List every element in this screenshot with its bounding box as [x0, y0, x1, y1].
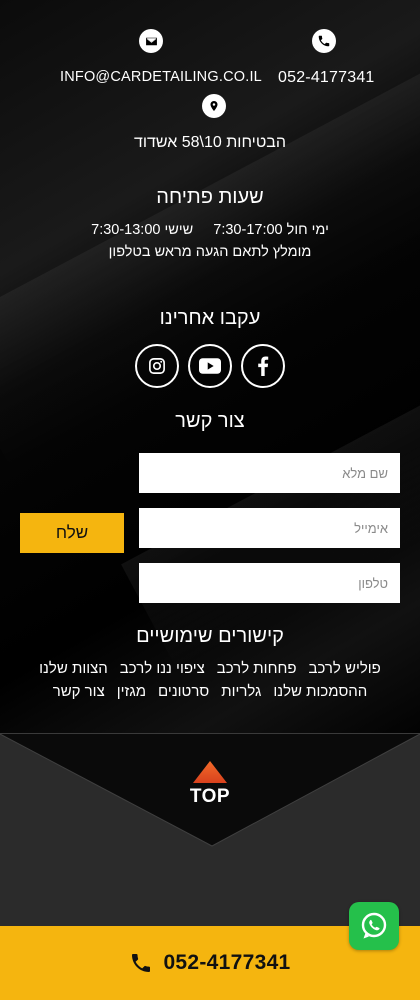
instagram-button[interactable] — [135, 344, 179, 388]
link-polish[interactable]: פוליש לרכב — [308, 660, 380, 677]
facebook-button[interactable] — [241, 344, 285, 388]
hours-friday: שישי 7:30-13:00 — [91, 222, 194, 238]
phone-icon — [312, 29, 336, 53]
scroll-top-button[interactable]: TOP — [180, 760, 240, 816]
link-galleries[interactable]: גלריות — [221, 683, 261, 700]
links-row-1: פוליש לרכב פחחות לרכב ציפוי ננו לרכב הצו… — [0, 660, 420, 677]
contact-email[interactable]: INFO@CARDETAILING.CO.IL — [60, 69, 262, 85]
email-icon — [139, 29, 163, 53]
send-button[interactable]: שלח — [20, 513, 124, 553]
youtube-button[interactable] — [188, 344, 232, 388]
links-title: קישורים שימושיים — [136, 625, 284, 647]
form-title: צור קשר — [175, 410, 245, 432]
email-field[interactable] — [139, 508, 400, 548]
link-bodywork[interactable]: פחחות לרכב — [217, 660, 297, 677]
whatsapp-button[interactable] — [349, 902, 399, 950]
hours-line: ימי חול 7:30-17:00 שישי 7:30-13:00 — [0, 222, 420, 238]
link-contact[interactable]: צור קשר — [53, 683, 105, 700]
hours-weekday: ימי חול 7:30-17:00 — [213, 222, 329, 238]
link-videos[interactable]: סרטונים — [158, 683, 209, 700]
contact-address: הבטיחות 10\58 אשדוד — [134, 134, 286, 151]
phone-icon — [132, 954, 151, 972]
links-row-2: ההסמכות שלנו גלריות סרטונים מגזין צור קש… — [0, 683, 420, 700]
phone-field[interactable] — [139, 563, 400, 603]
social-title: עקבו אחרינו — [159, 307, 261, 329]
facebook-icon — [258, 356, 269, 376]
up-arrow-icon — [193, 761, 227, 783]
hours-title: שעות פתיחה — [156, 186, 264, 208]
link-nano-coating[interactable]: ציפוי ננו לרכב — [120, 660, 205, 677]
link-certifications[interactable]: ההסמכות שלנו — [273, 683, 367, 700]
whatsapp-icon — [361, 912, 387, 939]
contact-phone[interactable]: 052-4177341 — [278, 69, 375, 87]
call-bar-phone: 052-4177341 — [163, 951, 291, 974]
footer-page: 052-4177341 INFO@CARDETAILING.CO.IL הבטי… — [0, 0, 420, 1000]
link-team[interactable]: הצוות שלנו — [39, 660, 108, 677]
scroll-top-label: TOP — [189, 786, 231, 807]
instagram-icon — [149, 358, 165, 374]
full-name-field[interactable] — [139, 453, 400, 493]
hours-note: מומלץ לתאם הגעה מראש בטלפון — [108, 244, 312, 260]
youtube-icon — [199, 358, 221, 374]
link-magazine[interactable]: מגזין — [117, 683, 146, 700]
location-icon — [202, 94, 226, 118]
